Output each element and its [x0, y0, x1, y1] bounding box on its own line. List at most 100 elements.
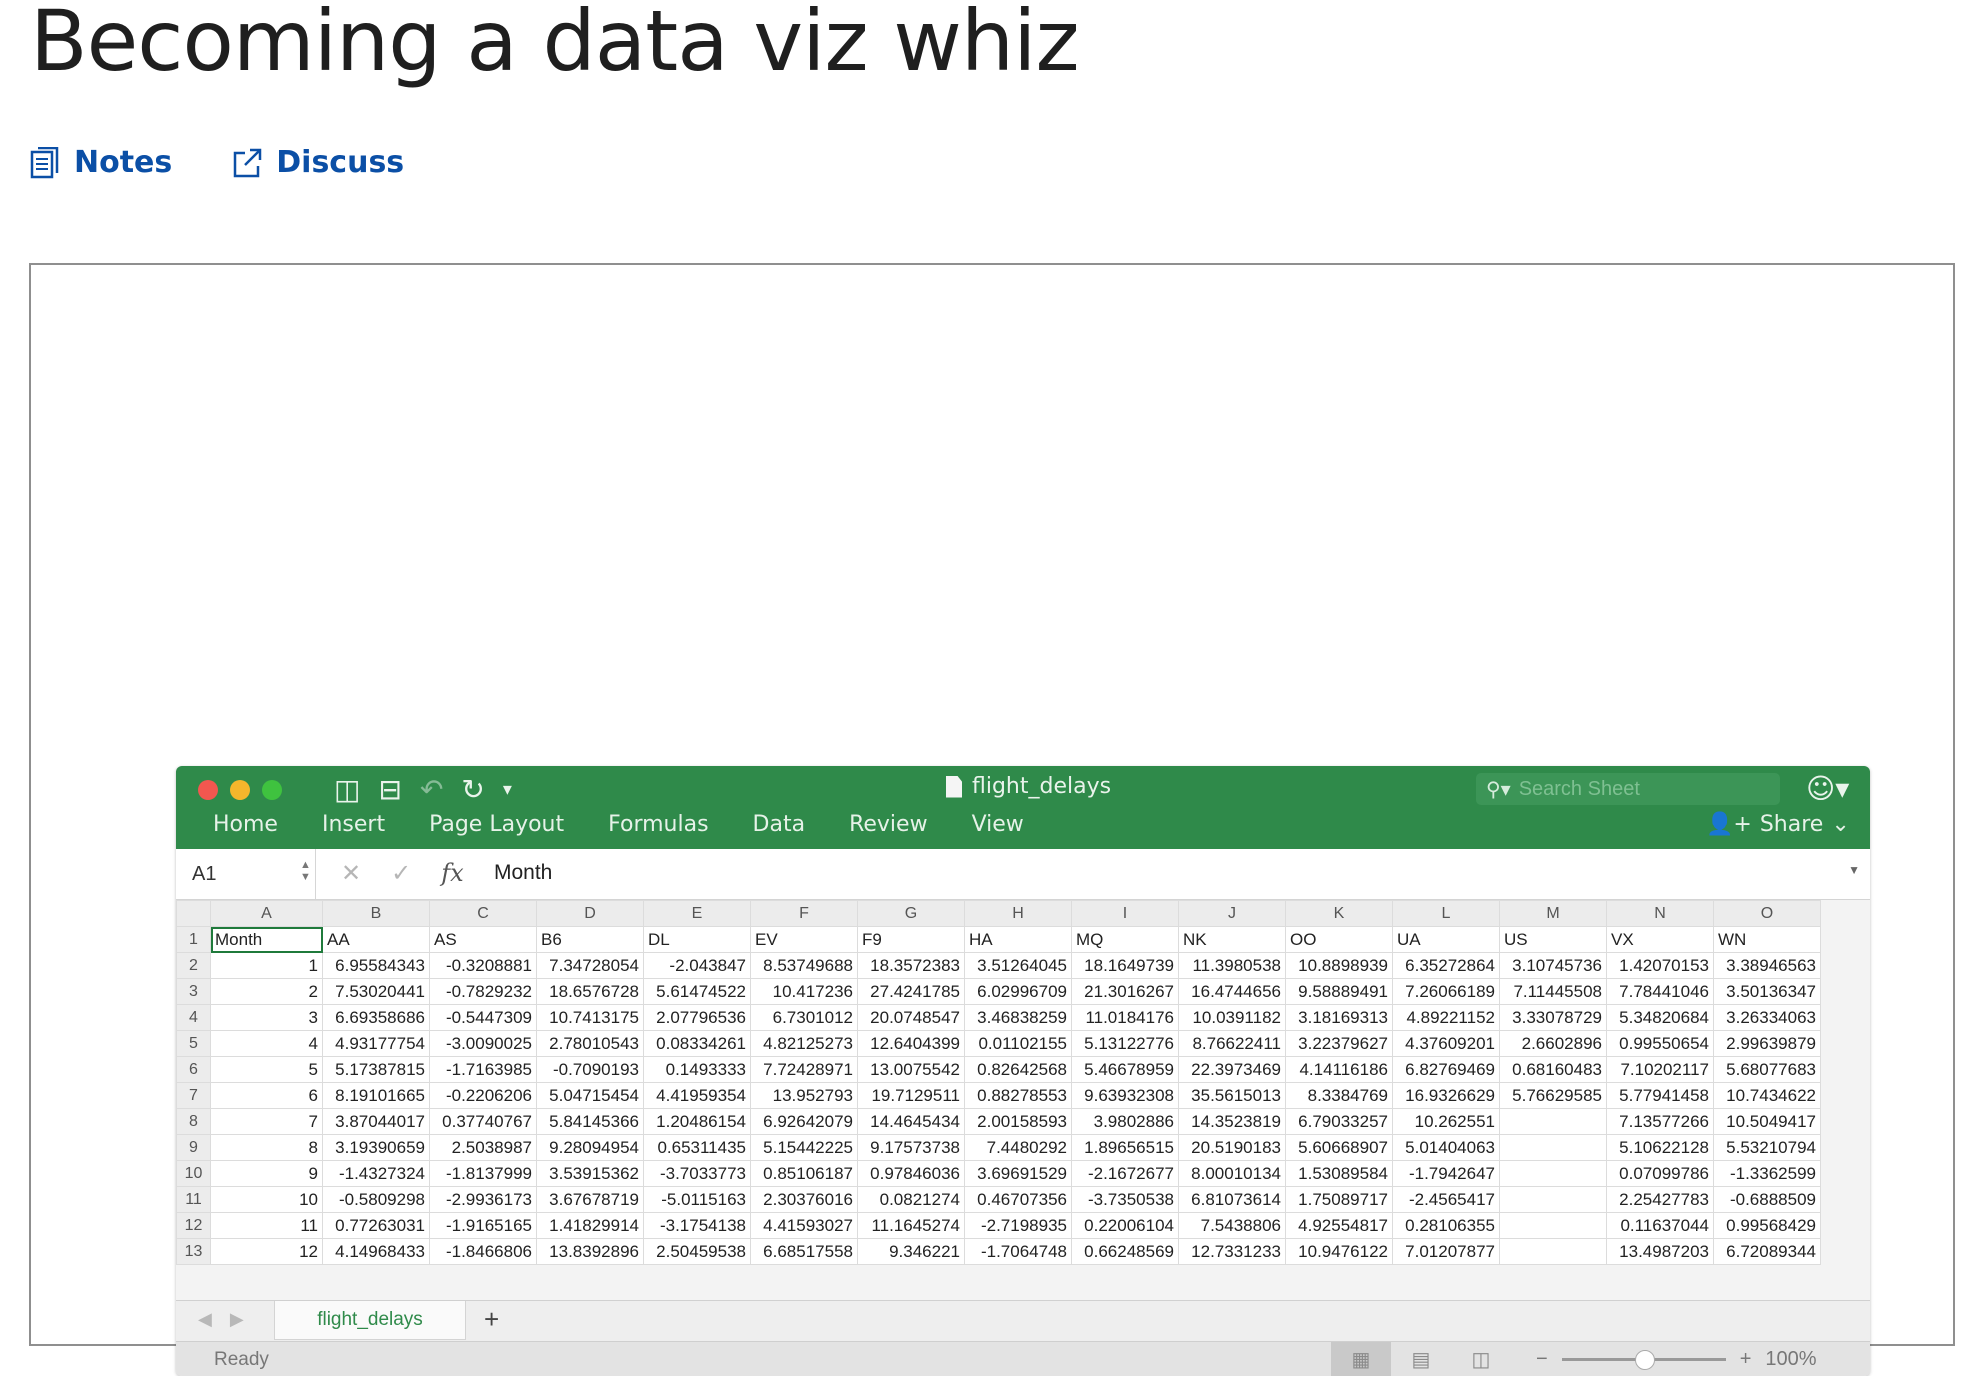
cell[interactable]: 3.19390659: [322, 1134, 430, 1161]
cell[interactable]: 2.6602896: [1499, 1030, 1607, 1057]
cell[interactable]: 8.76622411: [1178, 1030, 1286, 1057]
cell[interactable]: 6.79033257: [1285, 1108, 1393, 1135]
cell[interactable]: 0.46707356: [964, 1186, 1072, 1213]
cell[interactable]: 20.0748547: [857, 1004, 965, 1031]
cell[interactable]: VX: [1606, 926, 1714, 953]
discuss-link[interactable]: Discuss: [232, 145, 404, 180]
cell[interactable]: 4.14116186: [1285, 1056, 1393, 1083]
cell[interactable]: 9: [210, 1160, 323, 1187]
zoom-out-button[interactable]: −: [1536, 1348, 1548, 1371]
column-header[interactable]: B: [322, 900, 430, 927]
cell[interactable]: -2.9936173: [429, 1186, 537, 1213]
cell[interactable]: 4.82125273: [750, 1030, 858, 1057]
cell[interactable]: -1.9165165: [429, 1212, 537, 1239]
cell[interactable]: 12.7331233: [1178, 1238, 1286, 1265]
cancel-icon[interactable]: ✕: [341, 859, 361, 887]
cell[interactable]: 0.08334261: [643, 1030, 751, 1057]
cell[interactable]: 13.4987203: [1606, 1238, 1714, 1265]
cell[interactable]: 6.95584343: [322, 952, 430, 979]
cell[interactable]: 6.7301012: [750, 1004, 858, 1031]
cell[interactable]: 10.7434622: [1713, 1082, 1821, 1109]
cell[interactable]: 8: [210, 1134, 323, 1161]
cell[interactable]: 3.9802886: [1071, 1108, 1179, 1135]
cell[interactable]: 9.28094954: [536, 1134, 644, 1161]
cell[interactable]: 10.0391182: [1178, 1004, 1286, 1031]
column-header[interactable]: A: [210, 900, 323, 927]
column-header[interactable]: E: [643, 900, 751, 927]
cell[interactable]: 10.8898939: [1285, 952, 1393, 979]
cell[interactable]: -0.6888509: [1713, 1186, 1821, 1213]
cell[interactable]: [1499, 1238, 1607, 1265]
cell[interactable]: 2.78010543: [536, 1030, 644, 1057]
cell[interactable]: HA: [964, 926, 1072, 953]
cell[interactable]: 4.37609201: [1392, 1030, 1500, 1057]
cell[interactable]: 5.01404063: [1392, 1134, 1500, 1161]
cell[interactable]: 5.10622128: [1606, 1134, 1714, 1161]
cell[interactable]: -1.7064748: [964, 1238, 1072, 1265]
tab-home[interactable]: Home: [213, 812, 278, 837]
cell[interactable]: 10.7413175: [536, 1004, 644, 1031]
row-header[interactable]: 1: [176, 926, 211, 953]
column-header[interactable]: N: [1606, 900, 1714, 927]
column-header[interactable]: D: [536, 900, 644, 927]
cell[interactable]: 2.25427783: [1606, 1186, 1714, 1213]
tab-review[interactable]: Review: [849, 812, 928, 837]
cell[interactable]: 6: [210, 1082, 323, 1109]
cell[interactable]: 12.6404399: [857, 1030, 965, 1057]
cell[interactable]: 4.41593027: [750, 1212, 858, 1239]
cell[interactable]: US: [1499, 926, 1607, 953]
cell[interactable]: -2.1672677: [1071, 1160, 1179, 1187]
cell[interactable]: 9.63932308: [1071, 1082, 1179, 1109]
cell[interactable]: 1.20486154: [643, 1108, 751, 1135]
cell[interactable]: 6.02996709: [964, 978, 1072, 1005]
cell[interactable]: 1.53089584: [1285, 1160, 1393, 1187]
row-header[interactable]: 10: [176, 1160, 211, 1187]
cell[interactable]: 6.68517558: [750, 1238, 858, 1265]
cell[interactable]: -3.0090025: [429, 1030, 537, 1057]
cell[interactable]: 3.46838259: [964, 1004, 1072, 1031]
cell[interactable]: 3.22379627: [1285, 1030, 1393, 1057]
cell[interactable]: [1499, 1134, 1607, 1161]
cell[interactable]: -2.7198935: [964, 1212, 1072, 1239]
notes-link[interactable]: Notes: [30, 145, 172, 180]
tab-view[interactable]: View: [972, 812, 1024, 837]
cell[interactable]: MQ: [1071, 926, 1179, 953]
cell[interactable]: 5.13122776: [1071, 1030, 1179, 1057]
cell[interactable]: 1.42070153: [1606, 952, 1714, 979]
cell[interactable]: WN: [1713, 926, 1821, 953]
zoom-slider[interactable]: [1561, 1350, 1726, 1370]
cell[interactable]: 5: [210, 1056, 323, 1083]
cell[interactable]: 27.4241785: [857, 978, 965, 1005]
cell[interactable]: 0.99568429: [1713, 1212, 1821, 1239]
cell[interactable]: 6.81073614: [1178, 1186, 1286, 1213]
cell[interactable]: 7.78441046: [1606, 978, 1714, 1005]
cell[interactable]: 0.01102155: [964, 1030, 1072, 1057]
cell[interactable]: 0.11637044: [1606, 1212, 1714, 1239]
cell[interactable]: 13.952793: [750, 1082, 858, 1109]
cell[interactable]: 3.51264045: [964, 952, 1072, 979]
cell[interactable]: 0.22006104: [1071, 1212, 1179, 1239]
cell[interactable]: 5.77941458: [1606, 1082, 1714, 1109]
cell[interactable]: 4.93177754: [322, 1030, 430, 1057]
cell[interactable]: -0.5447309: [429, 1004, 537, 1031]
confirm-icon[interactable]: ✓: [391, 859, 411, 887]
cell[interactable]: 5.34820684: [1606, 1004, 1714, 1031]
redo-icon[interactable]: ↻: [461, 774, 484, 806]
cell[interactable]: 3.26334063: [1713, 1004, 1821, 1031]
minimize-window-button[interactable]: [230, 780, 250, 800]
cell[interactable]: 3.87044017: [322, 1108, 430, 1135]
cell[interactable]: 5.61474522: [643, 978, 751, 1005]
cell[interactable]: 8.3384769: [1285, 1082, 1393, 1109]
cell[interactable]: 9.58889491: [1285, 978, 1393, 1005]
cell[interactable]: 10.5049417: [1713, 1108, 1821, 1135]
tab-formulas[interactable]: Formulas: [608, 812, 708, 837]
normal-view-icon[interactable]: ▦: [1331, 1342, 1391, 1376]
formula-input[interactable]: Month: [494, 861, 552, 885]
zoom-slider-knob[interactable]: [1634, 1350, 1655, 1370]
cell[interactable]: 4.92554817: [1285, 1212, 1393, 1239]
row-header[interactable]: 4: [176, 1004, 211, 1031]
cell[interactable]: 7.72428971: [750, 1056, 858, 1083]
cell[interactable]: B6: [536, 926, 644, 953]
cell[interactable]: 5.04715454: [536, 1082, 644, 1109]
tab-insert[interactable]: Insert: [322, 812, 385, 837]
